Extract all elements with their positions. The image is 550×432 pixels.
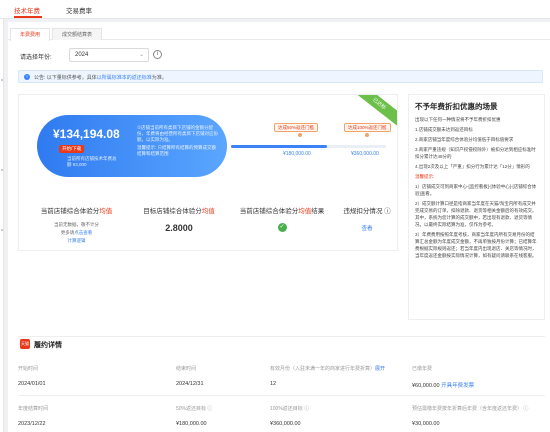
progress-fill [231,145,328,148]
metrics-row: 当前店铺综合体验分均值 当前无数据，敬不计分 更多请点击查看 计算逻辑 目标店铺… [19,205,397,250]
info-icon[interactable]: ⓘ [207,406,212,412]
info-icon[interactable]: i [153,50,162,59]
start-time-value: 2024/01/01 [18,381,46,387]
year-select[interactable]: 2024 ⌄ [69,48,149,62]
subtab-settlement[interactable]: 成交额结算表 [52,28,103,40]
estimated-fee-label: 预估需缴年费按年折算后年费（含年度返还年费） ⓘ [412,406,529,412]
year-filter-label: 请选择年份: [20,55,52,61]
view-more-link[interactable]: 点击查看 [74,230,92,235]
annual-fee-amount: ¥134,194.08 [53,127,120,141]
target-100-label: 100%返还目标 ⓘ [270,406,310,412]
hint-item: 3）年费费用按照年度考核，商家当年度内所有交易月份的结算汇总金额为年度成交金额，… [415,232,537,258]
contract-icon: 天猫 [20,339,30,349]
target-score-value: 2.8000 [165,223,193,233]
sidebar-dot [1,169,3,171]
metric-violation: 违规扣分情况 ⓘ 查看 [337,205,397,232]
top-tab-bar: 技术年费 交易费率 [0,0,550,19]
target-100-pin [365,133,369,137]
description-line1: ①店铺当前所有类目下店铺的金额分配份，年费将由经营所有类目下店铺对应份额，以实际… [137,125,218,142]
subtab-annual-fee[interactable]: 年费费用 [10,28,51,41]
start-time-label: 开始时间 [18,366,39,372]
sidebar-dot [1,229,3,231]
target-50-label: 50%返还目标 ⓘ [176,406,213,412]
valid-months-label: 有效月份（入驻未满一年的商家进行年费折算）展开 [270,366,386,372]
notice-icon: ! [24,74,30,80]
active-tab-indicator [14,16,42,18]
description-line2: 温馨提示: 只结算所有结算的预算成交额结算和结算范围 [137,145,216,156]
sidebar-dot [1,79,3,81]
target-100-value: ¥360,000.00 [270,421,301,427]
target-100-price: ¥360,000.00 [351,151,379,157]
rule-item: 2.商家店铺当年度综合体验分均值低于目标值要求 [415,137,514,142]
notice-text: 公告: 以下量标供参考，具体以所属标准本的返还标准为准。 [34,75,167,81]
hint-item: 1）店铺成交可到商家中心-[监控看板]-[体验中心]-[店铺综合体验]查看。 [415,184,537,196]
total-fee-note-line2: 额 ¥3,000 [67,162,87,167]
info-icon[interactable]: ⓘ [523,406,528,412]
metric-current-score: 当前店铺综合体验分均值 当前无数据，敬不计分 更多请点击查看 计算逻辑 [40,208,113,243]
info-icon[interactable]: ⓘ [304,406,309,412]
paid-fee-value: ¥60,000.00 开具年费发票 [412,383,475,389]
row-divider [18,395,545,396]
amount-card: ¥134,194.08 开始/下载 当前所有店铺技术年费总 额 ¥3,000 ①… [37,115,227,177]
hint-title: 温馨提示: [415,174,435,179]
download-tag-button[interactable]: 开始/下载 [59,145,85,153]
invoice-link[interactable]: 开具年费发票 [441,383,474,389]
target-50-value: ¥180,000.00 [176,421,207,427]
sub-tab-bar: 年费费用 成交额结算表 [8,28,550,41]
left-sidebar-strip [0,19,4,432]
rules-panel: 不予年费折扣优惠的场景 出现以下任何一种情况将不予年费折扣优惠 1.店铺成交额未… [408,94,545,320]
view-violation-link[interactable]: 查看 [337,224,397,232]
amount-card-description: ①店铺当前所有类目下店铺的金额分配份，年费将由经营所有类目下店铺对应份额，以实际… [137,125,219,157]
target-50-pin [298,133,302,137]
estimated-fee-value: ¥30,000.00 [412,421,440,427]
settlement-time-value: 2023/12/22 [18,421,46,427]
valid-months-value: 12 [270,381,277,387]
notice-link[interactable]: 以所属标准本的返还标准 [97,75,152,81]
rules-title: 不予年费折扣优惠的场景 [415,102,498,111]
metric-target-score: 目标店铺综合体验分均值 2.8000 [131,205,227,233]
paid-fee-label: 已缴年费 [412,366,433,372]
rule-item: 3.商家严重违规（知识产权侵权除外）被扣分达到相应标准时扣分累计达48分的 [415,147,536,159]
calc-logic-link[interactable]: 计算逻辑 [68,238,86,243]
target-100-marker: 达成100%返还门槛 [344,123,391,132]
main-panel: 年费费用 成交额结算表 请选择年份: 2024 ⌄ i ! 公告: 以下量标供参… [8,22,550,432]
contract-details-section: 天猫 履约详情 开始时间 2024/01/01 结束时间 2024/12/31 … [18,336,545,432]
tab-tech-fee[interactable]: 技术年费 [14,5,40,15]
fee-summary-card: ¥134,194.08 开始/下载 当前所有店铺技术年费总 额 ¥3,000 ①… [18,94,398,251]
notice-bar: ! 公告: 以下量标供参考，具体以所属标准本的返还标准为准。 [18,70,543,83]
chevron-down-icon: ⌄ [138,52,144,58]
contract-title: 履约详情 [34,342,62,349]
end-time-label: 结束时间 [176,366,197,372]
year-select-value: 2024 [75,52,89,58]
progress-track [231,145,386,148]
hint-item: 2）成交额计算口径是指商家当年度在天猫/淘宝内所有成交并完成交易的订单，扣除退款… [415,201,537,227]
rules-intro: 出现以下任何一种情况将不予年费折扣优惠 [415,117,501,122]
metric-score-result: 当前店铺综合体验分均值结果 ✓ [239,208,325,232]
end-time-value: 2024/12/31 [176,381,204,387]
target-50-marker: 达成50%返还门槛 [274,123,319,132]
rule-item: 4.出现2次及以上「严重」扣分行为累计达「12分」情形的 [415,164,530,169]
info-icon[interactable]: ⓘ [384,208,391,215]
settlement-time-label: 年度结算时间 [18,406,49,412]
tab-transaction-rate[interactable]: 交易费率 [66,5,92,15]
expand-link[interactable]: 展开 [375,366,385,372]
rule-item: 1.店铺成交额未达到返还目标 [415,127,473,132]
check-icon: ✓ [277,223,287,232]
target-50-price: ¥180,000.00 [283,151,311,157]
